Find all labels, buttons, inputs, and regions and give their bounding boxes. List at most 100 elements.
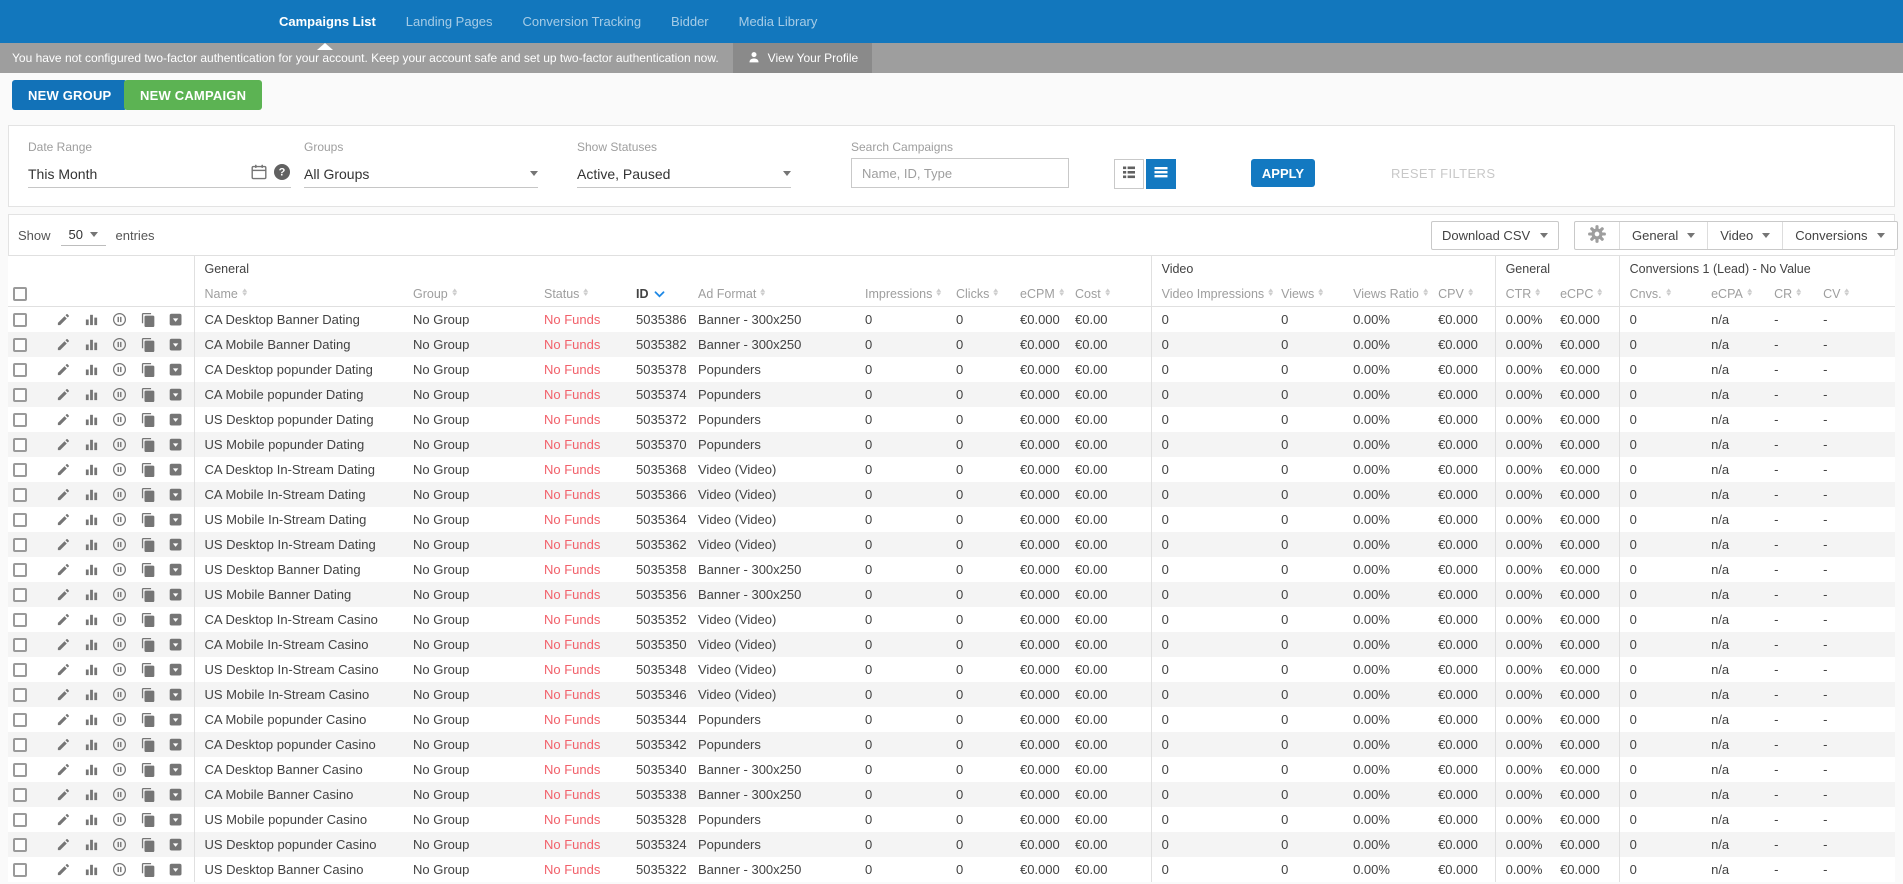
list-view-toggle[interactable] xyxy=(1146,159,1176,189)
cell-name[interactable]: CA Mobile In-Stream Dating xyxy=(194,482,403,507)
column-header-views-ratio[interactable]: Views Ratio ▴ ▾ xyxy=(1343,282,1429,307)
move-to-icon[interactable] xyxy=(168,562,183,577)
move-to-icon[interactable] xyxy=(168,837,183,852)
edit-icon[interactable] xyxy=(56,637,71,652)
stats-icon[interactable] xyxy=(84,637,99,652)
cell-name[interactable]: US Mobile In-Stream Casino xyxy=(194,682,403,707)
move-to-icon[interactable] xyxy=(168,762,183,777)
cell-name[interactable]: US Desktop popunder Dating xyxy=(194,407,403,432)
column-header-cv[interactable]: CV ▴ ▾ xyxy=(1813,282,1896,307)
column-header-ecpa[interactable]: eCPA ▴ ▾ xyxy=(1701,282,1765,307)
copy-icon[interactable] xyxy=(140,862,155,877)
view-profile-button[interactable]: View Your Profile xyxy=(732,43,873,73)
row-checkbox[interactable] xyxy=(13,612,27,627)
edit-icon[interactable] xyxy=(56,587,71,602)
cell-name[interactable]: CA Mobile Banner Casino xyxy=(194,782,403,807)
copy-icon[interactable] xyxy=(140,662,155,677)
cell-name[interactable]: CA Mobile popunder Dating xyxy=(194,382,403,407)
column-menu-conversions[interactable]: Conversions xyxy=(1782,222,1896,249)
pause-icon[interactable] xyxy=(112,612,127,627)
row-checkbox[interactable] xyxy=(13,737,27,752)
edit-icon[interactable] xyxy=(56,662,71,677)
download-csv-button[interactable]: Download CSV xyxy=(1431,221,1559,250)
column-menu-general[interactable]: General xyxy=(1619,222,1707,249)
move-to-icon[interactable] xyxy=(168,787,183,802)
move-to-icon[interactable] xyxy=(168,662,183,677)
pause-icon[interactable] xyxy=(112,737,127,752)
nav-item-media-library[interactable]: Media Library xyxy=(724,14,833,29)
row-checkbox[interactable] xyxy=(13,487,27,502)
stats-icon[interactable] xyxy=(84,462,99,477)
move-to-icon[interactable] xyxy=(168,412,183,427)
cell-name[interactable]: CA Mobile Banner Dating xyxy=(194,332,403,357)
pause-icon[interactable] xyxy=(112,337,127,352)
column-header-clicks[interactable]: Clicks ▴ ▾ xyxy=(946,282,1010,307)
column-header-status[interactable]: Status ▴ ▾ xyxy=(534,282,626,307)
column-header-ecpc[interactable]: eCPC ▴ ▾ xyxy=(1550,282,1620,307)
cell-name[interactable]: CA Mobile In-Stream Casino xyxy=(194,632,403,657)
apply-button[interactable]: APPLY xyxy=(1251,159,1315,187)
edit-icon[interactable] xyxy=(56,837,71,852)
move-to-icon[interactable] xyxy=(168,437,183,452)
copy-icon[interactable] xyxy=(140,337,155,352)
pause-icon[interactable] xyxy=(112,712,127,727)
copy-icon[interactable] xyxy=(140,362,155,377)
row-checkbox[interactable] xyxy=(13,337,27,352)
row-checkbox[interactable] xyxy=(13,312,27,327)
search-input[interactable] xyxy=(851,158,1069,188)
row-checkbox[interactable] xyxy=(13,562,27,577)
column-header-video-impressions[interactable]: Video Impressions ▴ ▾ xyxy=(1151,282,1273,307)
reset-filters-button[interactable]: RESET FILTERS xyxy=(1391,166,1495,181)
stats-icon[interactable] xyxy=(84,687,99,702)
edit-icon[interactable] xyxy=(56,687,71,702)
pause-icon[interactable] xyxy=(112,512,127,527)
row-checkbox[interactable] xyxy=(13,837,27,852)
edit-icon[interactable] xyxy=(56,512,71,527)
column-header-id[interactable]: ID xyxy=(626,282,688,307)
column-menu-video[interactable]: Video xyxy=(1707,222,1782,249)
copy-icon[interactable] xyxy=(140,587,155,602)
copy-icon[interactable] xyxy=(140,837,155,852)
cell-name[interactable]: US Desktop Banner Casino xyxy=(194,857,403,882)
copy-icon[interactable] xyxy=(140,812,155,827)
column-header-cr[interactable]: CR ▴ ▾ xyxy=(1764,282,1814,307)
column-settings-button[interactable] xyxy=(1575,222,1619,249)
row-checkbox[interactable] xyxy=(13,387,27,402)
cell-name[interactable]: US Mobile In-Stream Dating xyxy=(194,507,403,532)
stats-icon[interactable] xyxy=(84,387,99,402)
move-to-icon[interactable] xyxy=(168,512,183,527)
row-checkbox[interactable] xyxy=(13,762,27,777)
pause-icon[interactable] xyxy=(112,662,127,677)
select-all-checkbox[interactable] xyxy=(13,287,27,302)
copy-icon[interactable] xyxy=(140,712,155,727)
edit-icon[interactable] xyxy=(56,412,71,427)
edit-icon[interactable] xyxy=(56,362,71,377)
edit-icon[interactable] xyxy=(56,612,71,627)
pause-icon[interactable] xyxy=(112,637,127,652)
pause-icon[interactable] xyxy=(112,412,127,427)
row-checkbox[interactable] xyxy=(13,462,27,477)
edit-icon[interactable] xyxy=(56,437,71,452)
copy-icon[interactable] xyxy=(140,687,155,702)
pause-icon[interactable] xyxy=(112,487,127,502)
copy-icon[interactable] xyxy=(140,637,155,652)
cell-name[interactable]: CA Desktop Banner Casino xyxy=(194,757,403,782)
move-to-icon[interactable] xyxy=(168,537,183,552)
row-checkbox[interactable] xyxy=(13,512,27,527)
nav-item-landing-pages[interactable]: Landing Pages xyxy=(391,14,508,29)
edit-icon[interactable] xyxy=(56,462,71,477)
help-icon[interactable]: ? xyxy=(273,163,291,184)
pause-icon[interactable] xyxy=(112,462,127,477)
nav-item-bidder[interactable]: Bidder xyxy=(656,14,724,29)
stats-icon[interactable] xyxy=(84,837,99,852)
grid-view-toggle[interactable] xyxy=(1114,159,1144,189)
copy-icon[interactable] xyxy=(140,462,155,477)
cell-name[interactable]: CA Desktop In-Stream Dating xyxy=(194,457,403,482)
edit-icon[interactable] xyxy=(56,787,71,802)
cell-name[interactable]: US Mobile Banner Dating xyxy=(194,582,403,607)
stats-icon[interactable] xyxy=(84,337,99,352)
new-campaign-button[interactable]: NEW CAMPAIGN xyxy=(124,80,263,110)
stats-icon[interactable] xyxy=(84,712,99,727)
column-header-ad-format[interactable]: Ad Format ▴ ▾ xyxy=(688,282,855,307)
pause-icon[interactable] xyxy=(112,362,127,377)
